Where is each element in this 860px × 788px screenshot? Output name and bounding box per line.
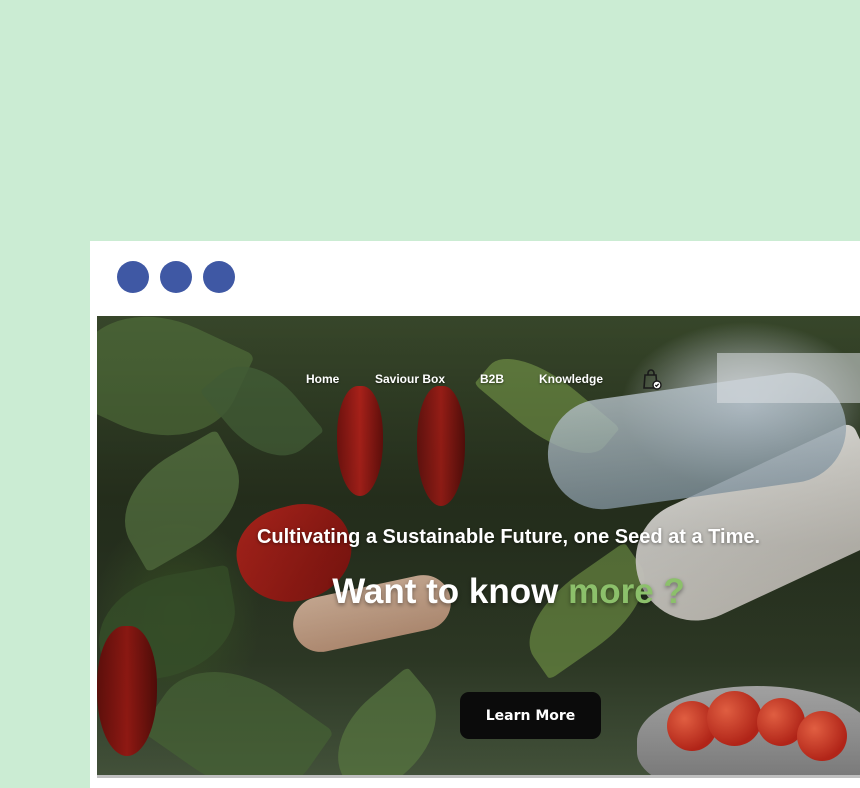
nav-item-home[interactable]: Home xyxy=(306,372,339,386)
window-dot-3[interactable] xyxy=(203,261,235,293)
learn-more-button[interactable]: Learn More xyxy=(460,692,601,739)
nav-item-saviour-box[interactable]: Saviour Box xyxy=(375,372,445,386)
nav-item-b2b[interactable]: B2B xyxy=(480,372,504,386)
headline-main: Want to know xyxy=(332,572,569,611)
hero-headline: Want to know more ? xyxy=(97,572,860,612)
browser-window: Home Saviour Box B2B Knowledge Cultivati… xyxy=(90,241,860,788)
nav-item-knowledge[interactable]: Knowledge xyxy=(539,372,603,386)
main-nav xyxy=(97,366,860,392)
headline-accent: more ? xyxy=(568,572,685,611)
window-controls xyxy=(117,261,235,293)
window-dot-2[interactable] xyxy=(160,261,192,293)
shopping-bag-icon[interactable] xyxy=(640,367,664,391)
window-dot-1[interactable] xyxy=(117,261,149,293)
hero-section: Home Saviour Box B2B Knowledge Cultivati… xyxy=(97,316,860,775)
hero-tagline: Cultivating a Sustainable Future, one Se… xyxy=(256,526,761,548)
divider xyxy=(97,775,860,778)
